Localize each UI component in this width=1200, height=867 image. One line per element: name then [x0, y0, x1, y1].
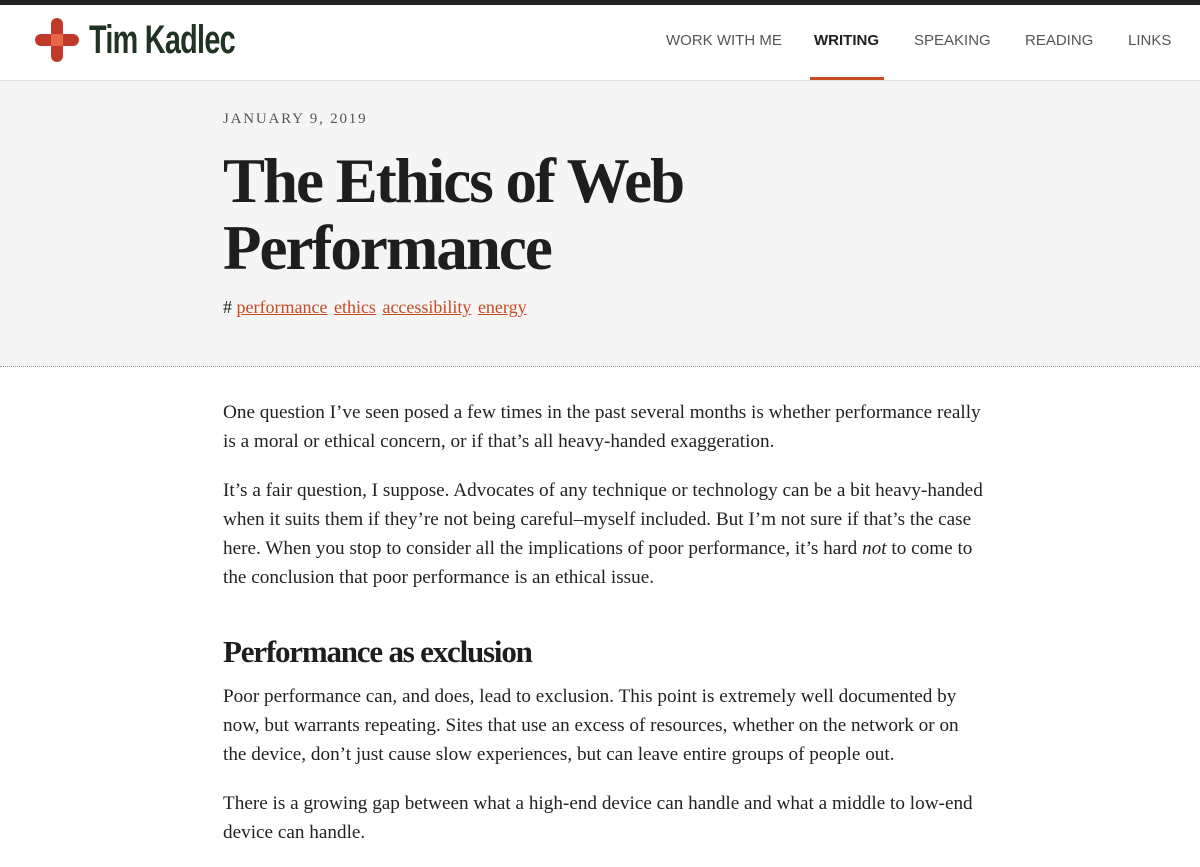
post-header: JANUARY 9, 2019 The Ethics of Web Perfor… [0, 81, 1200, 367]
section-heading: Performance as exclusion [223, 634, 533, 669]
paragraph-fair-question: It’s a fair question, I suppose. Advocat… [223, 476, 983, 592]
tag-performance[interactable]: performance [237, 297, 328, 317]
tag-list: # performance ethics accessibility energ… [223, 297, 529, 318]
tag-prefix: # [223, 297, 232, 317]
paragraph-exclusion: Poor performance can, and does, lead to … [223, 686, 959, 765]
paragraph-intro: One question I’ve seen posed a few times… [223, 402, 981, 452]
paragraph-growing-gap: There is a growing gap between what a hi… [223, 793, 973, 843]
post-title: The Ethics of Web Performance [223, 146, 685, 283]
cross-logo-icon [35, 18, 79, 62]
site-name: Tim Kadlec [89, 18, 236, 62]
nav-work-with-me[interactable]: WORK WITH ME [666, 5, 782, 80]
nav-links[interactable]: LINKS [1128, 5, 1171, 80]
emphasis-text: not [862, 538, 887, 559]
tag-ethics[interactable]: ethics [334, 297, 376, 317]
site-logo-link[interactable]: Tim Kadlec [35, 18, 292, 62]
nav-writing[interactable]: WRITING [810, 5, 884, 80]
post-body: One question I’ve seen posed a few times… [223, 398, 983, 867]
site-header: Tim Kadlec WORK WITH ME WRITING SPEAKING… [0, 5, 1200, 81]
nav-speaking[interactable]: SPEAKING [914, 5, 991, 80]
post-date: JANUARY 9, 2019 [223, 111, 368, 127]
tag-energy[interactable]: energy [478, 297, 527, 317]
tag-accessibility[interactable]: accessibility [382, 297, 471, 317]
nav-reading[interactable]: READING [1025, 5, 1093, 80]
